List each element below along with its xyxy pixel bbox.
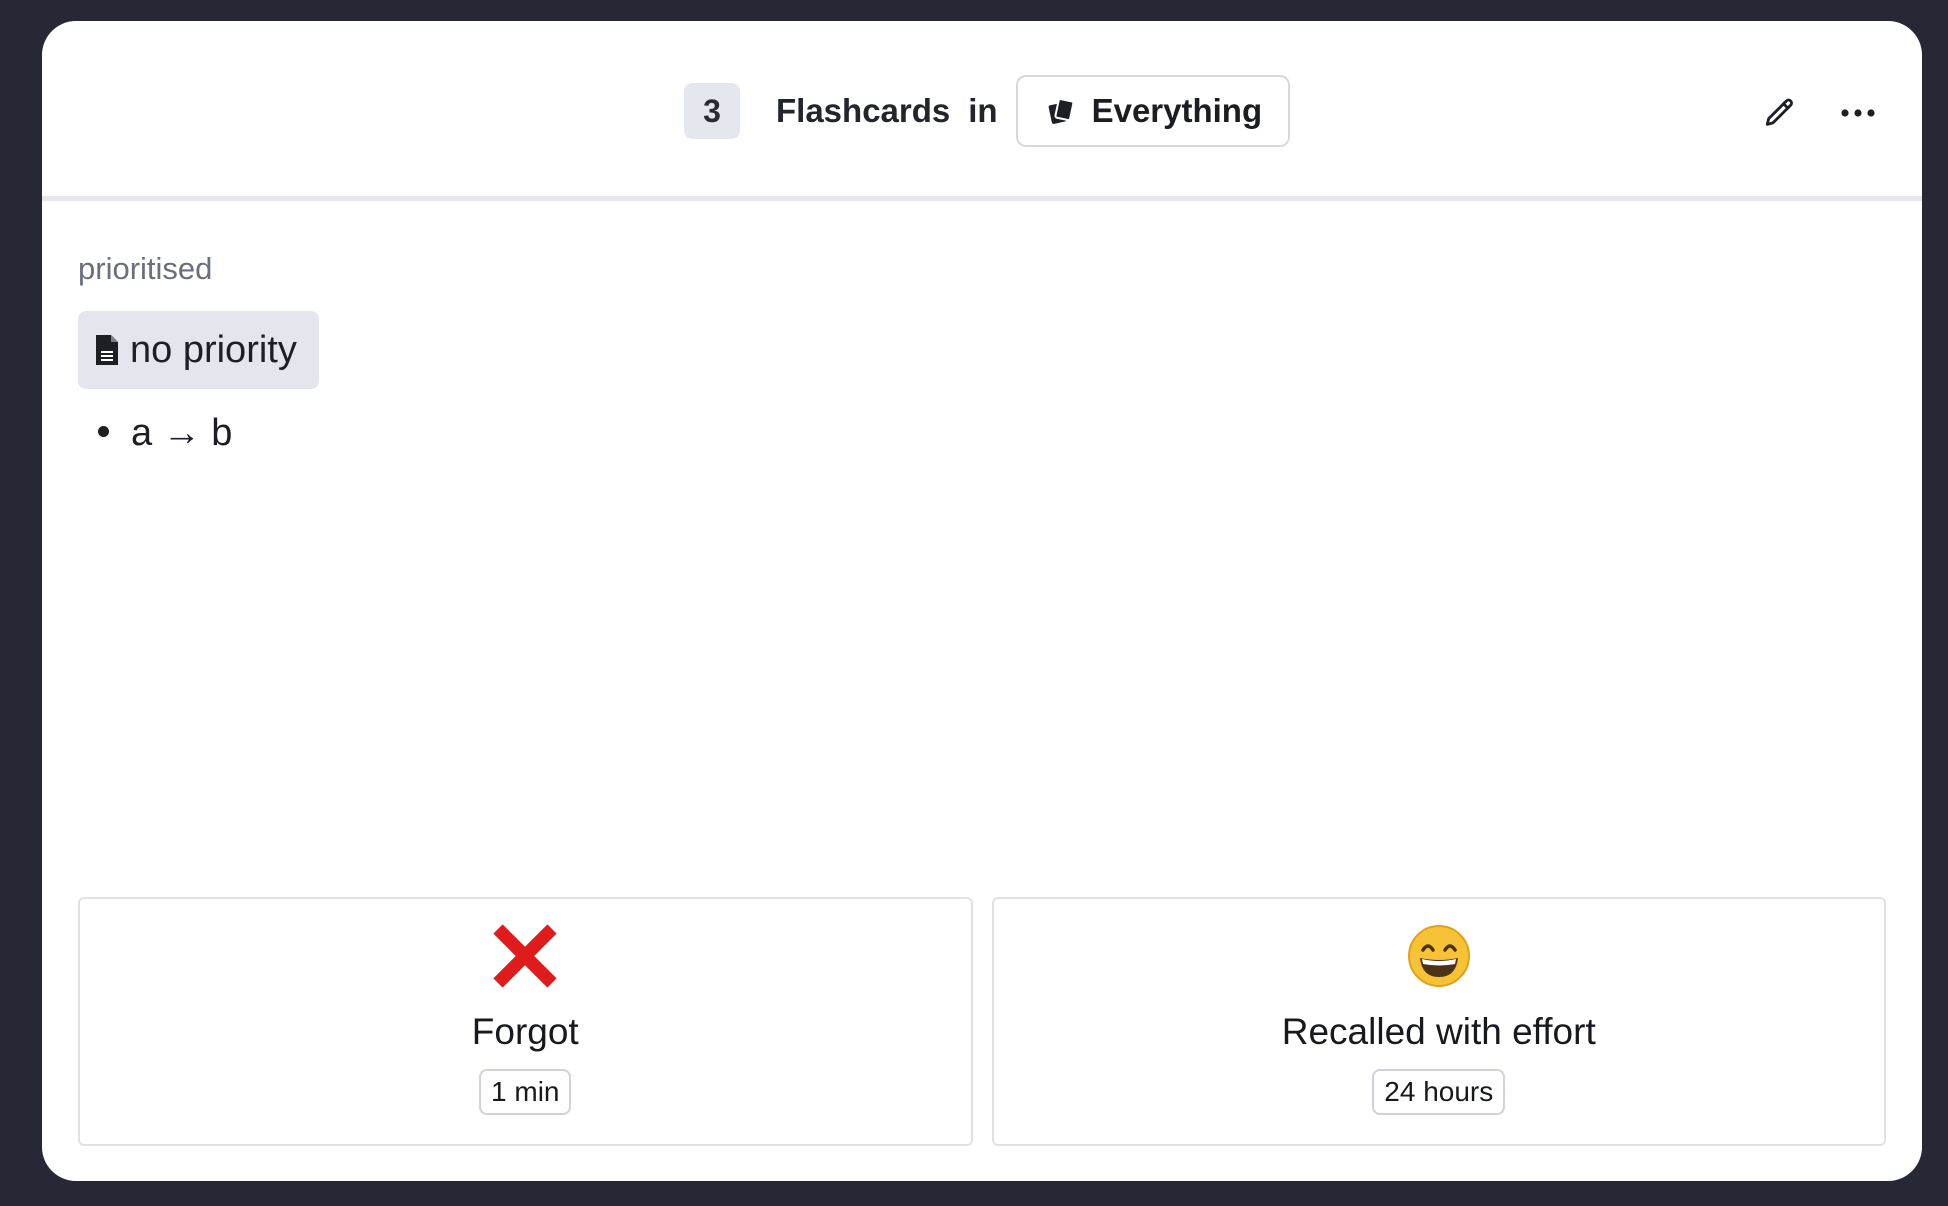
flashcard-review-modal: 3 Flashcards in Everything prioritised n…: [42, 21, 1922, 1181]
flashcard-bullet: a → b: [78, 403, 319, 463]
flashcard-text: a → b: [131, 411, 233, 454]
deck-select-button[interactable]: Everything: [1015, 75, 1291, 147]
document-icon: [96, 335, 118, 365]
flashcard-count-badge: 3: [684, 83, 740, 139]
forgot-button[interactable]: Forgot 1 min: [78, 897, 973, 1146]
document-reference-chip[interactable]: no priority: [78, 311, 319, 389]
document-label: no priority: [130, 328, 297, 371]
red-cross-icon: [493, 924, 557, 988]
forgot-interval-badge: 1 min: [479, 1069, 572, 1115]
recalled-interval-badge: 24 hours: [1372, 1069, 1506, 1115]
card-content: prioritised no priority a → b: [78, 251, 319, 463]
more-options-button[interactable]: [1838, 93, 1878, 133]
in-label: in: [968, 92, 998, 129]
bullet-icon: [98, 425, 109, 437]
more-horizontal-icon: [1841, 109, 1875, 117]
header-title: 3 Flashcards in Everything: [684, 75, 1291, 147]
modal-header: 3 Flashcards in Everything: [42, 21, 1922, 201]
recalled-with-effort-button[interactable]: Recalled with effort 24 hours: [991, 897, 1886, 1146]
grinning-face-icon: [1407, 925, 1470, 987]
recalled-with-effort-label: Recalled with effort: [1281, 1011, 1596, 1052]
header-actions: [1760, 93, 1878, 133]
cards-icon: [1048, 98, 1074, 124]
forgot-label: Forgot: [471, 1011, 579, 1052]
pencil-icon: [1765, 98, 1793, 126]
edit-button[interactable]: [1760, 93, 1800, 133]
priority-status-label: prioritised: [78, 251, 213, 286]
flashcards-label: Flashcards: [776, 92, 951, 129]
answer-buttons: Forgot 1 min Recalled with effort 24 hou…: [78, 897, 1886, 1146]
deck-name: Everything: [1091, 92, 1263, 129]
